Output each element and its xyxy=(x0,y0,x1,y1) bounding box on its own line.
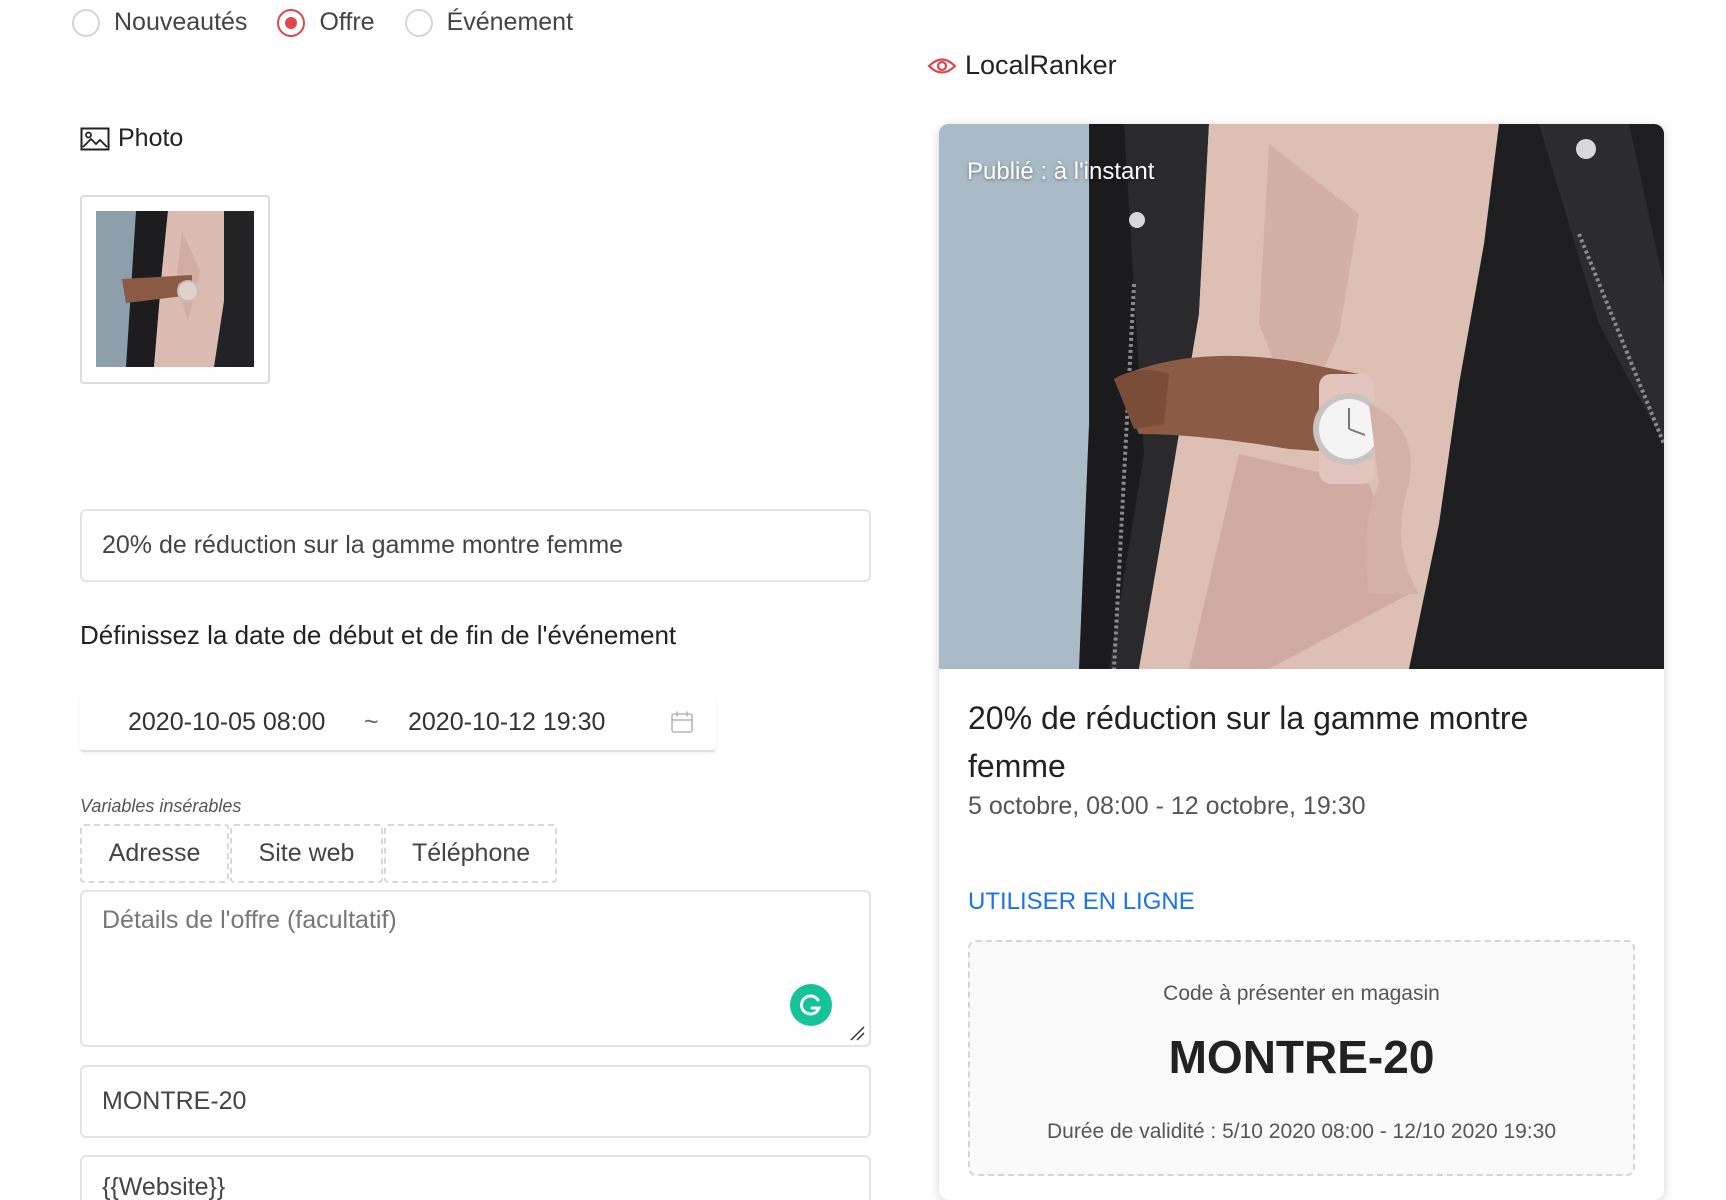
preview-header-title: LocalRanker xyxy=(965,50,1117,80)
published-label: Publié : à l'instant xyxy=(967,158,1155,185)
variable-button-address[interactable]: Adresse xyxy=(80,824,229,883)
offer-details-textarea[interactable]: Détails de l'offre (facultatif) xyxy=(80,890,871,1047)
resize-handle-icon[interactable] xyxy=(849,1025,865,1041)
preview-image xyxy=(939,124,1664,669)
date-range-label: Définissez la date de début et de fin de… xyxy=(80,620,677,650)
radio-circle[interactable] xyxy=(72,8,100,37)
use-online-link[interactable]: UTILISER EN LIGNE xyxy=(968,888,1195,916)
coupon-validity: Durée de validité : 5/10 2020 08:00 - 12… xyxy=(1046,1120,1557,1143)
date-range-picker[interactable]: 2020-10-05 08:00 ~ 2020-10-12 19:30 xyxy=(80,695,716,752)
calendar-icon[interactable] xyxy=(670,710,694,734)
offer-title-input[interactable]: 20% de réduction sur la gamme montre fem… xyxy=(80,509,871,582)
offer-title-value: 20% de réduction sur la gamme montre fem… xyxy=(102,531,624,559)
radio-label: Offre xyxy=(319,8,375,36)
image-icon xyxy=(80,127,110,150)
radio-offre[interactable]: Offre xyxy=(277,8,375,37)
offer-details-placeholder: Détails de l'offre (facultatif) xyxy=(102,906,397,934)
radio-circle[interactable] xyxy=(404,8,433,37)
photo-thumbnail[interactable] xyxy=(80,195,270,384)
photo-thumbnail-image xyxy=(96,211,254,367)
coupon-label: Code à présenter en magasin xyxy=(1163,982,1440,1005)
photo-title-text: Photo xyxy=(118,124,184,152)
variables-row: Adresse Site web Téléphone xyxy=(80,824,558,883)
preview-title: 20% de réduction sur la gamme montre fem… xyxy=(968,700,1529,784)
coupon-box: Code à présenter en magasin MONTRE-20 Du… xyxy=(968,940,1635,1176)
date-start-value[interactable]: 2020-10-05 08:00 xyxy=(128,708,325,737)
radio-label: Événement xyxy=(446,8,574,36)
preview-dates: 5 octobre, 08:00 - 12 octobre, 19:30 xyxy=(968,792,1366,820)
eye-icon xyxy=(927,57,957,74)
radio-nouveautes[interactable]: Nouveautés xyxy=(72,8,247,37)
website-value: {{Website}} xyxy=(102,1173,226,1200)
preview-header: LocalRanker xyxy=(927,50,1117,81)
website-input[interactable]: {{Website}} xyxy=(80,1155,871,1200)
post-type-radio-group: Nouveautés Offre Événement xyxy=(72,8,603,37)
variable-button-website[interactable]: Site web xyxy=(230,824,383,883)
radio-circle-checked[interactable] xyxy=(277,8,306,37)
radio-evenement[interactable]: Événement xyxy=(404,8,574,37)
radio-label: Nouveautés xyxy=(114,8,248,36)
date-separator: ~ xyxy=(364,708,379,736)
variable-button-phone[interactable]: Téléphone xyxy=(384,824,557,883)
date-end-value[interactable]: 2020-10-12 19:30 xyxy=(408,708,605,737)
coupon-code-value: MONTRE-20 xyxy=(102,1087,247,1115)
coupon-code: MONTRE-20 xyxy=(1168,1031,1435,1083)
variables-label: Variables insérables xyxy=(80,796,242,816)
grammarly-icon[interactable] xyxy=(790,984,832,1026)
photo-section-title: Photo xyxy=(80,124,183,153)
coupon-code-input[interactable]: MONTRE-20 xyxy=(80,1065,871,1138)
post-preview-card: Publié : à l'instant 20% de réduction su… xyxy=(939,124,1664,1200)
